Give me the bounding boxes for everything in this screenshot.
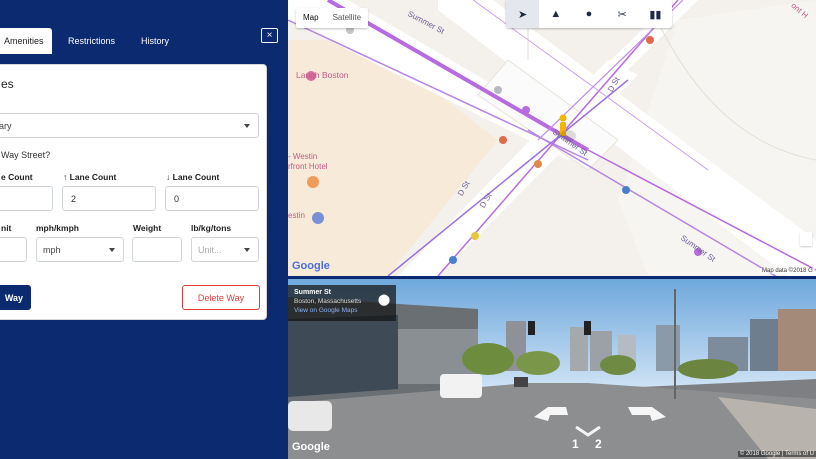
tab-history[interactable]: History (133, 28, 177, 54)
street-view[interactable]: Summer St Boston, Massachusetts View on … (288, 279, 816, 459)
lane-count-down-label: ↓ Lane Count (166, 172, 220, 182)
lane-count-up-label: ↑ Lane Count (63, 172, 117, 182)
google-logo: Google (292, 260, 330, 272)
app-root: Amenities Restrictions History × es ary … (0, 0, 816, 459)
zoom-control[interactable] (800, 232, 812, 246)
map-type-map-button[interactable]: Map (296, 8, 326, 28)
layers-icon[interactable]: ▮▮ (639, 0, 672, 28)
edit-toolbar: ➤ ▲ ● ✂ ▮▮ (506, 0, 672, 28)
weight-unit-select[interactable]: Unit... (191, 237, 259, 262)
panel-tabs: Amenities Restrictions History (0, 28, 288, 54)
weight-unit-label: lb/kg/tons (191, 223, 232, 233)
map-pin-icon[interactable]: ⬤ (374, 289, 394, 311)
poi-westin-3[interactable]: estin (288, 211, 305, 220)
poi-laugh-boston[interactable]: Laugh Boston (296, 70, 348, 80)
map-view[interactable]: Map Satellite ➤ ▲ ● ✂ ▮▮ Laugh Boston - … (288, 0, 816, 276)
poi-westin-2[interactable]: rfront Hotel (288, 162, 328, 171)
weight-unit-placeholder: Unit... (198, 244, 222, 255)
delete-way-button[interactable]: Delete Way (182, 285, 260, 310)
speed-limit-label: nit (1, 223, 12, 233)
nav-arrow-left-label[interactable]: 1 (572, 437, 579, 451)
map-canvas (288, 0, 816, 276)
tab-restrictions[interactable]: Restrictions (60, 28, 123, 54)
lane-count-input[interactable] (0, 186, 53, 211)
speed-limit-input[interactable] (0, 237, 27, 262)
one-way-question: Way Street? (1, 150, 51, 160)
chevron-down-icon (244, 123, 250, 128)
chevron-down-icon (244, 247, 250, 252)
pin-icon[interactable]: ● (572, 0, 605, 28)
lane-count-down-input[interactable]: 0 (165, 186, 259, 211)
map-type-control: Map Satellite (296, 8, 369, 28)
road-icon[interactable]: ▲ (539, 0, 572, 28)
arrow-down-icon: ↓ (166, 172, 171, 182)
google-logo: Google (292, 441, 330, 453)
way-editor-panel: Amenities Restrictions History × es ary … (0, 0, 288, 459)
amenities-card: es ary Way Street? e Count ↑ Lane Count … (0, 64, 267, 320)
nav-arrow-right-label[interactable]: 2 (595, 437, 602, 451)
weight-input[interactable] (132, 237, 182, 262)
road-type-value: ary (0, 120, 12, 131)
tab-amenities[interactable]: Amenities (0, 28, 52, 54)
close-panel-button[interactable]: × (261, 28, 278, 43)
speed-unit-select[interactable]: mph (36, 237, 124, 262)
weight-label: Weight (133, 223, 162, 233)
chevron-down-icon (109, 247, 115, 252)
speed-unit-value: mph (43, 244, 61, 255)
speed-unit-label: mph/kmph (36, 223, 79, 233)
poi-westin-1[interactable]: - Westin (288, 152, 317, 161)
map-attribution: Map data ©2018 G (760, 268, 815, 274)
map-type-satellite-button[interactable]: Satellite (326, 8, 368, 28)
card-title: es (1, 77, 14, 91)
street-view-attribution: © 2018 Google | Terms of U (737, 451, 816, 457)
save-way-button[interactable]: Way (0, 285, 31, 310)
road-type-select[interactable]: ary (0, 113, 259, 138)
pointer-icon[interactable]: ➤ (506, 0, 540, 28)
scissors-icon[interactable]: ✂ (606, 0, 639, 28)
lane-count-label: e Count (1, 172, 33, 182)
arrow-up-icon: ↑ (63, 172, 68, 182)
lane-count-up-input[interactable]: 2 (62, 186, 156, 211)
